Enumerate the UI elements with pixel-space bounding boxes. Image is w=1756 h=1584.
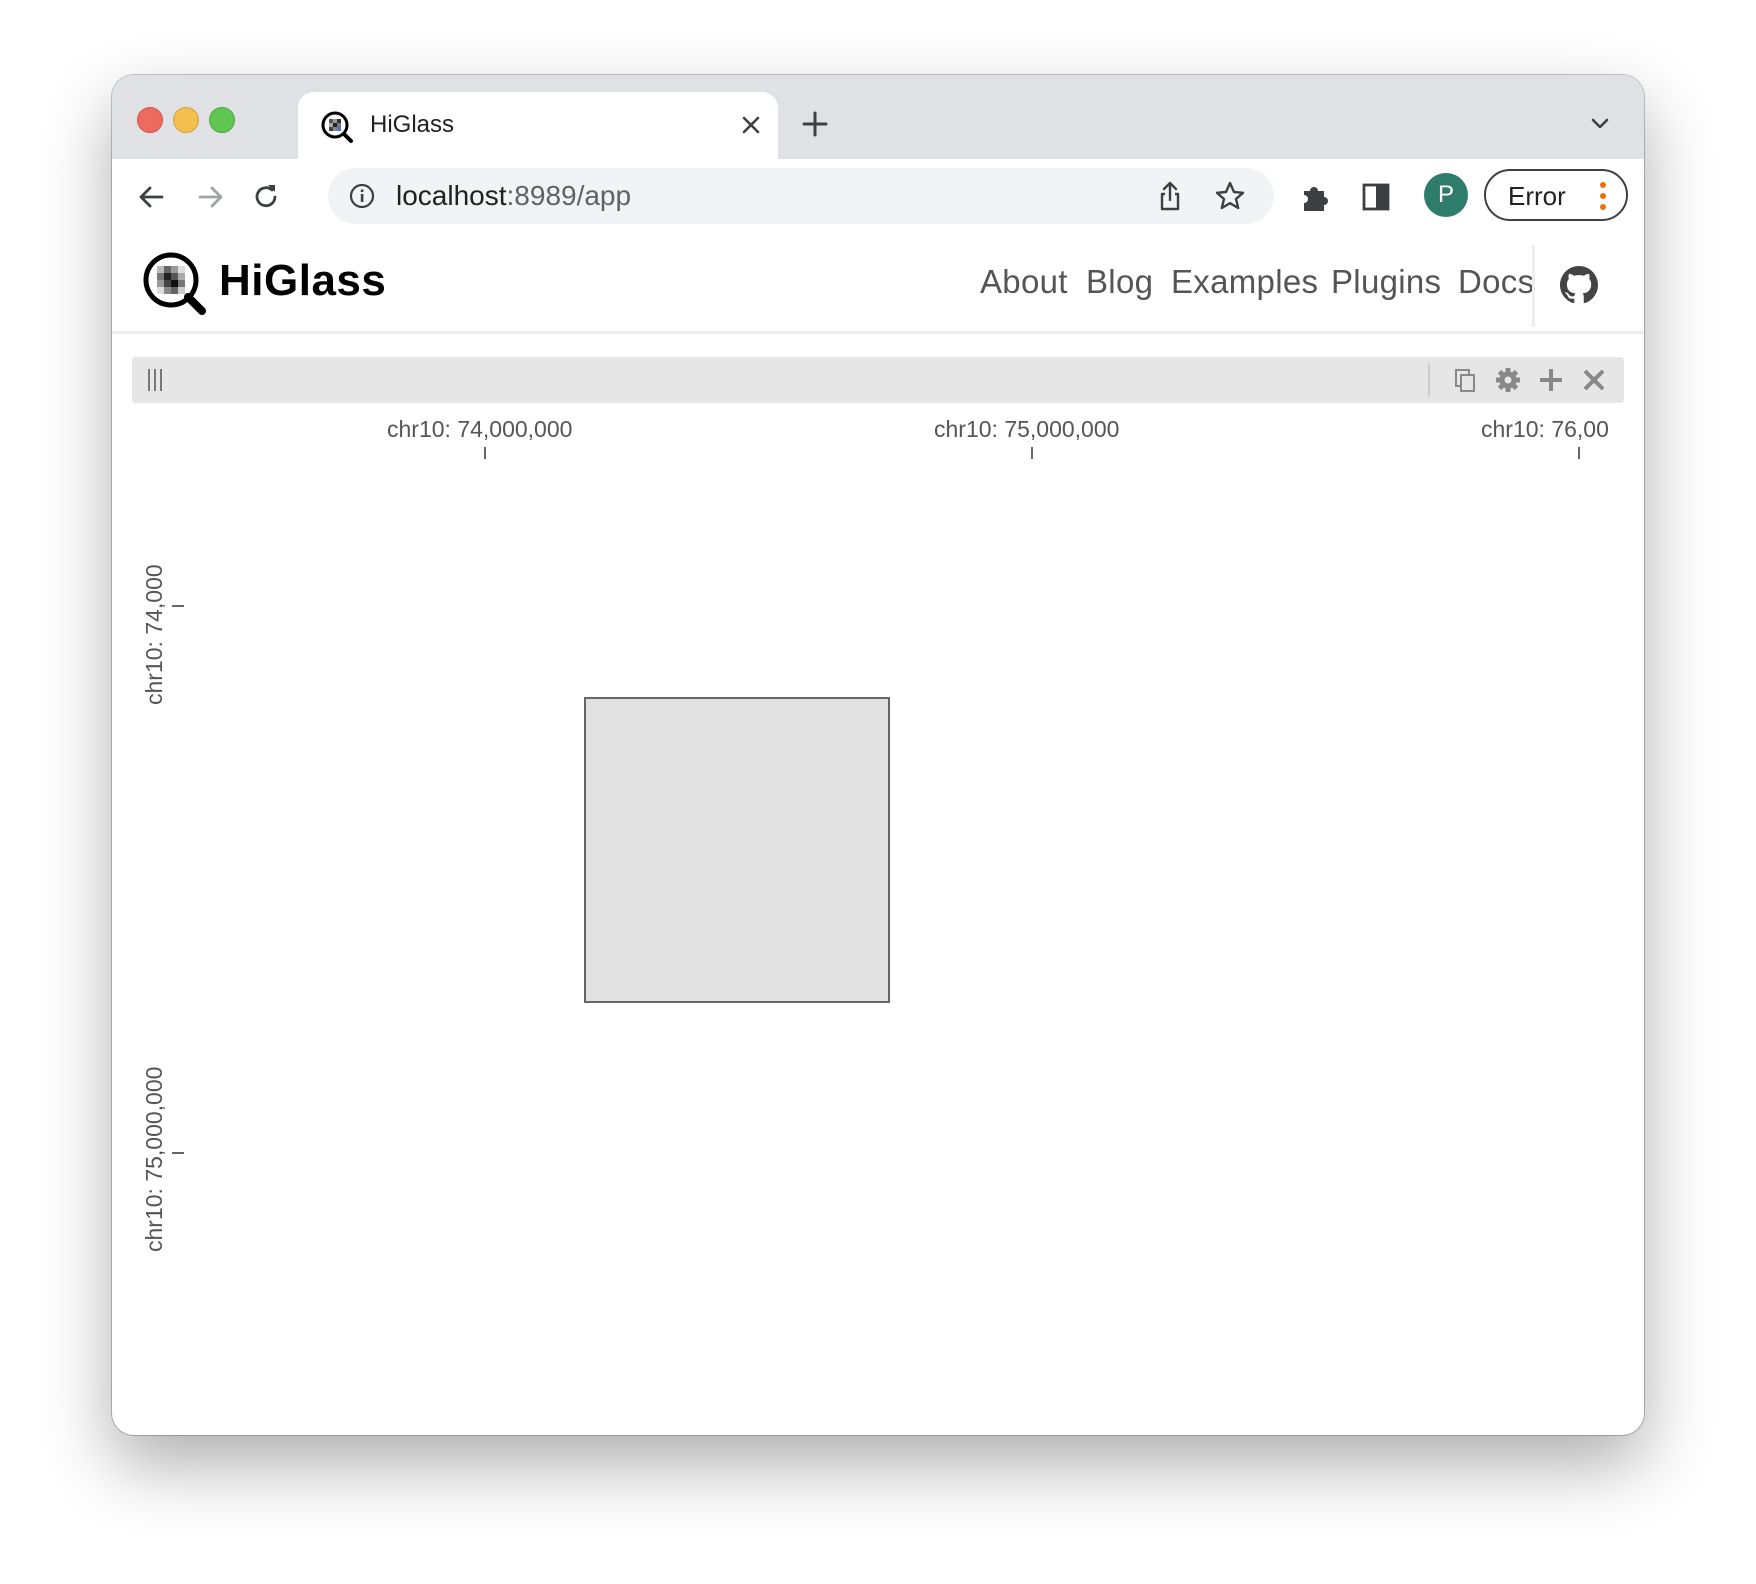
y-axis-tick: [172, 1152, 184, 1154]
maximize-window-button[interactable]: [209, 107, 235, 133]
tab-search-chevron-icon[interactable]: [1586, 109, 1614, 137]
nav-divider: [1532, 245, 1535, 327]
browser-window: HiGlass localhost:8989/app P Error HiGla…: [112, 75, 1644, 1435]
star-icon[interactable]: [1212, 178, 1248, 214]
minimize-window-button[interactable]: [173, 107, 199, 133]
higlass-favicon-icon: [321, 111, 353, 143]
view-header-bar: [132, 357, 1624, 403]
browser-toolbar: localhost:8989/app P Error: [112, 159, 1644, 236]
url-host: localhost: [396, 180, 507, 211]
share-icon[interactable]: [1152, 178, 1188, 214]
nav-plugins[interactable]: Plugins: [1331, 262, 1441, 302]
tab-higlass[interactable]: HiGlass: [298, 92, 778, 159]
selected-region-rectangle[interactable]: [584, 697, 890, 1003]
higlass-logo-icon[interactable]: [142, 251, 208, 317]
higlass-header: HiGlass About Blog Examples Plugins Docs: [112, 235, 1644, 334]
heatmap-view[interactable]: chr10: 74,000,000 chr10: 75,000,000 chr1…: [132, 415, 1632, 1415]
higlass-title[interactable]: HiGlass: [219, 256, 386, 306]
github-icon[interactable]: [1560, 266, 1598, 304]
tab-close-icon[interactable]: [736, 110, 766, 140]
new-tab-icon[interactable]: [800, 109, 830, 139]
x-axis-tick: [484, 447, 486, 459]
copy-icon[interactable]: [1452, 367, 1478, 393]
y-axis-tick-label: chr10: 75,000,000: [141, 1066, 167, 1252]
y-axis-tick-label: chr10: 74,000: [141, 564, 167, 705]
tab-strip: HiGlass: [112, 75, 1644, 159]
x-axis-tick-label: chr10: 76,00: [1481, 416, 1609, 442]
extensions-icon[interactable]: [1298, 179, 1334, 215]
y-axis-tick: [172, 605, 184, 607]
tab-title: HiGlass: [370, 111, 455, 138]
reload-icon[interactable]: [248, 179, 284, 215]
nav-examples[interactable]: Examples: [1171, 262, 1318, 302]
close-window-button[interactable]: [137, 107, 163, 133]
close-icon[interactable]: [1581, 367, 1607, 393]
info-icon[interactable]: [348, 182, 376, 210]
url-text: localhost:8989/app: [396, 180, 631, 212]
error-menu-button[interactable]: Error: [1484, 169, 1628, 221]
nav-blog[interactable]: Blog: [1086, 262, 1153, 302]
x-axis-tick-label: chr10: 75,000,000: [934, 416, 1120, 442]
add-icon[interactable]: [1538, 367, 1564, 393]
forward-arrow-icon[interactable]: [192, 179, 228, 215]
address-bar[interactable]: localhost:8989/app: [328, 168, 1274, 224]
profile-avatar[interactable]: P: [1424, 173, 1468, 217]
side-panel-icon[interactable]: [1358, 179, 1394, 215]
url-path: :8989/app: [506, 180, 632, 211]
kebab-menu-icon: [1600, 182, 1606, 210]
x-axis-tick-label: chr10: 74,000,000: [387, 416, 573, 442]
view-header-divider: [1428, 363, 1430, 397]
nav-about[interactable]: About: [980, 262, 1068, 302]
x-axis-tick: [1031, 447, 1033, 459]
drag-grip-icon[interactable]: [146, 369, 164, 391]
settings-icon[interactable]: [1495, 367, 1521, 393]
error-label: Error: [1508, 181, 1566, 211]
x-axis-tick: [1578, 447, 1580, 459]
nav-docs[interactable]: Docs: [1458, 262, 1534, 302]
back-arrow-icon[interactable]: [134, 179, 170, 215]
